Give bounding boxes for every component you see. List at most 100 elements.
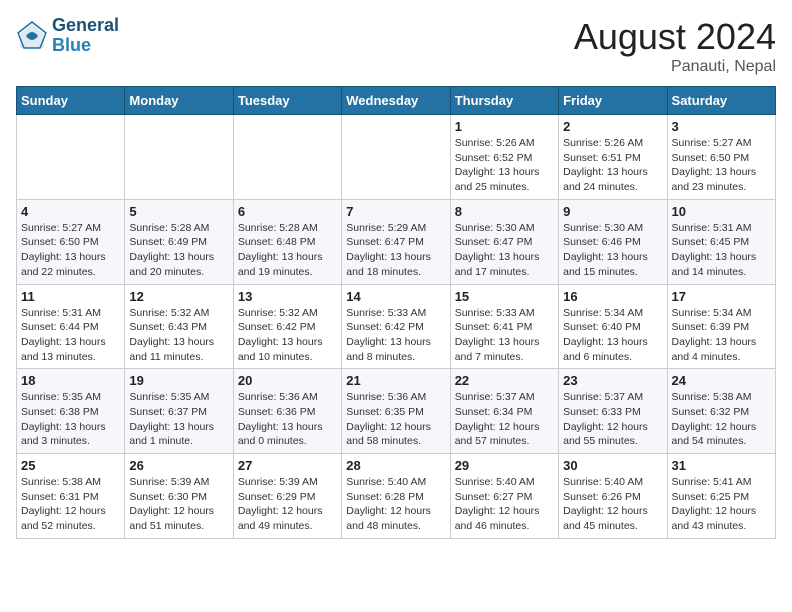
day-number: 11 — [21, 289, 120, 304]
calendar: SundayMondayTuesdayWednesdayThursdayFrid… — [16, 86, 776, 539]
day-info: Sunrise: 5:35 AM Sunset: 6:37 PM Dayligh… — [129, 390, 228, 449]
day-number: 28 — [346, 458, 445, 473]
calendar-cell: 26 Sunrise: 5:39 AM Sunset: 6:30 PM Dayli… — [125, 454, 233, 539]
calendar-cell: 21Sunrise: 5:36 AM Sunset: 6:35 PM Dayli… — [342, 369, 450, 454]
calendar-cell — [125, 115, 233, 200]
calendar-cell: 28 Sunrise: 5:40 AM Sunset: 6:28 PM Dayli… — [342, 454, 450, 539]
day-number: 24 — [672, 373, 771, 388]
day-number: 22 — [455, 373, 554, 388]
day-info: Sunrise: 5:36 AM Sunset: 6:35 PM Dayligh… — [346, 390, 445, 449]
day-number: 17 — [672, 289, 771, 304]
day-number: 9 — [563, 204, 662, 219]
calendar-cell: 13 Sunrise: 5:32 AM Sunset: 6:42 PM Dayli… — [233, 284, 341, 369]
calendar-cell — [233, 115, 341, 200]
day-number: 27 — [238, 458, 337, 473]
logo-icon — [16, 20, 48, 52]
day-info: Sunrise: 5:32 AM Sunset: 6:43 PM Dayligh… — [129, 306, 228, 365]
day-info: Sunrise: 5:40 AM Sunset: 6:26 PM Dayligh… — [563, 475, 662, 534]
calendar-cell: 24 Sunrise: 5:38 AM Sunset: 6:32 PM Dayli… — [667, 369, 775, 454]
calendar-cell: 1Sunrise: 5:26 AM Sunset: 6:52 PM Daylig… — [450, 115, 558, 200]
day-info: Sunrise: 5:31 AM Sunset: 6:44 PM Dayligh… — [21, 306, 120, 365]
calendar-cell: 16 Sunrise: 5:34 AM Sunset: 6:40 PM Dayli… — [559, 284, 667, 369]
day-info: Sunrise: 5:39 AM Sunset: 6:30 PM Dayligh… — [129, 475, 228, 534]
calendar-cell: 4 Sunrise: 5:27 AM Sunset: 6:50 PM Daylig… — [17, 199, 125, 284]
weekday-header-monday: Monday — [125, 87, 233, 115]
calendar-cell: 6 Sunrise: 5:28 AM Sunset: 6:48 PM Daylig… — [233, 199, 341, 284]
day-number: 1 — [455, 119, 554, 134]
day-info: Sunrise: 5:40 AM Sunset: 6:27 PM Dayligh… — [455, 475, 554, 534]
logo-text: General Blue — [52, 16, 119, 56]
day-number: 29 — [455, 458, 554, 473]
calendar-cell: 20Sunrise: 5:36 AM Sunset: 6:36 PM Dayli… — [233, 369, 341, 454]
calendar-cell: 3 Sunrise: 5:27 AM Sunset: 6:50 PM Daylig… — [667, 115, 775, 200]
calendar-cell: 22 Sunrise: 5:37 AM Sunset: 6:34 PM Dayli… — [450, 369, 558, 454]
day-info: Sunrise: 5:35 AM Sunset: 6:38 PM Dayligh… — [21, 390, 120, 449]
day-info: Sunrise: 5:32 AM Sunset: 6:42 PM Dayligh… — [238, 306, 337, 365]
day-number: 12 — [129, 289, 228, 304]
day-info: Sunrise: 5:37 AM Sunset: 6:34 PM Dayligh… — [455, 390, 554, 449]
day-number: 3 — [672, 119, 771, 134]
calendar-cell — [17, 115, 125, 200]
day-number: 10 — [672, 204, 771, 219]
month-year: August 2024 — [574, 16, 776, 58]
day-info: Sunrise: 5:38 AM Sunset: 6:32 PM Dayligh… — [672, 390, 771, 449]
calendar-cell: 2Sunrise: 5:26 AM Sunset: 6:51 PM Daylig… — [559, 115, 667, 200]
logo-line1: General — [52, 16, 119, 36]
calendar-cell: 29 Sunrise: 5:40 AM Sunset: 6:27 PM Dayli… — [450, 454, 558, 539]
calendar-cell: 25 Sunrise: 5:38 AM Sunset: 6:31 PM Dayli… — [17, 454, 125, 539]
day-number: 23 — [563, 373, 662, 388]
day-number: 13 — [238, 289, 337, 304]
calendar-cell: 12 Sunrise: 5:32 AM Sunset: 6:43 PM Dayli… — [125, 284, 233, 369]
day-number: 25 — [21, 458, 120, 473]
day-info: Sunrise: 5:39 AM Sunset: 6:29 PM Dayligh… — [238, 475, 337, 534]
day-number: 2 — [563, 119, 662, 134]
weekday-header-tuesday: Tuesday — [233, 87, 341, 115]
day-number: 14 — [346, 289, 445, 304]
weekday-header-wednesday: Wednesday — [342, 87, 450, 115]
day-info: Sunrise: 5:40 AM Sunset: 6:28 PM Dayligh… — [346, 475, 445, 534]
day-info: Sunrise: 5:27 AM Sunset: 6:50 PM Dayligh… — [672, 136, 771, 195]
calendar-cell: 18Sunrise: 5:35 AM Sunset: 6:38 PM Dayli… — [17, 369, 125, 454]
weekday-header-sunday: Sunday — [17, 87, 125, 115]
day-number: 15 — [455, 289, 554, 304]
day-info: Sunrise: 5:28 AM Sunset: 6:48 PM Dayligh… — [238, 221, 337, 280]
calendar-cell: 7Sunrise: 5:29 AM Sunset: 6:47 PM Daylig… — [342, 199, 450, 284]
day-number: 19 — [129, 373, 228, 388]
day-info: Sunrise: 5:30 AM Sunset: 6:47 PM Dayligh… — [455, 221, 554, 280]
calendar-cell: 31Sunrise: 5:41 AM Sunset: 6:25 PM Dayli… — [667, 454, 775, 539]
day-info: Sunrise: 5:34 AM Sunset: 6:39 PM Dayligh… — [672, 306, 771, 365]
weekday-header-saturday: Saturday — [667, 87, 775, 115]
day-info: Sunrise: 5:34 AM Sunset: 6:40 PM Dayligh… — [563, 306, 662, 365]
weekday-header-thursday: Thursday — [450, 87, 558, 115]
day-info: Sunrise: 5:31 AM Sunset: 6:45 PM Dayligh… — [672, 221, 771, 280]
calendar-cell: 8 Sunrise: 5:30 AM Sunset: 6:47 PM Daylig… — [450, 199, 558, 284]
day-info: Sunrise: 5:37 AM Sunset: 6:33 PM Dayligh… — [563, 390, 662, 449]
day-info: Sunrise: 5:38 AM Sunset: 6:31 PM Dayligh… — [21, 475, 120, 534]
calendar-cell: 14 Sunrise: 5:33 AM Sunset: 6:42 PM Dayli… — [342, 284, 450, 369]
logo: General Blue — [16, 16, 119, 56]
calendar-cell: 15 Sunrise: 5:33 AM Sunset: 6:41 PM Dayli… — [450, 284, 558, 369]
day-number: 30 — [563, 458, 662, 473]
day-info: Sunrise: 5:27 AM Sunset: 6:50 PM Dayligh… — [21, 221, 120, 280]
day-number: 26 — [129, 458, 228, 473]
day-number: 4 — [21, 204, 120, 219]
day-info: Sunrise: 5:41 AM Sunset: 6:25 PM Dayligh… — [672, 475, 771, 534]
day-info: Sunrise: 5:28 AM Sunset: 6:49 PM Dayligh… — [129, 221, 228, 280]
calendar-cell: 10 Sunrise: 5:31 AM Sunset: 6:45 PM Dayli… — [667, 199, 775, 284]
calendar-cell: 9 Sunrise: 5:30 AM Sunset: 6:46 PM Daylig… — [559, 199, 667, 284]
day-number: 8 — [455, 204, 554, 219]
calendar-cell: 27 Sunrise: 5:39 AM Sunset: 6:29 PM Dayli… — [233, 454, 341, 539]
day-number: 16 — [563, 289, 662, 304]
day-number: 6 — [238, 204, 337, 219]
header: General Blue August 2024 Panauti, Nepal — [16, 16, 776, 76]
day-info: Sunrise: 5:36 AM Sunset: 6:36 PM Dayligh… — [238, 390, 337, 449]
calendar-cell: 23 Sunrise: 5:37 AM Sunset: 6:33 PM Dayli… — [559, 369, 667, 454]
day-info: Sunrise: 5:33 AM Sunset: 6:41 PM Dayligh… — [455, 306, 554, 365]
weekday-header-friday: Friday — [559, 87, 667, 115]
calendar-cell — [342, 115, 450, 200]
day-number: 7 — [346, 204, 445, 219]
day-info: Sunrise: 5:30 AM Sunset: 6:46 PM Dayligh… — [563, 221, 662, 280]
calendar-cell: 17 Sunrise: 5:34 AM Sunset: 6:39 PM Dayli… — [667, 284, 775, 369]
day-info: Sunrise: 5:33 AM Sunset: 6:42 PM Dayligh… — [346, 306, 445, 365]
calendar-cell: 11 Sunrise: 5:31 AM Sunset: 6:44 PM Dayli… — [17, 284, 125, 369]
